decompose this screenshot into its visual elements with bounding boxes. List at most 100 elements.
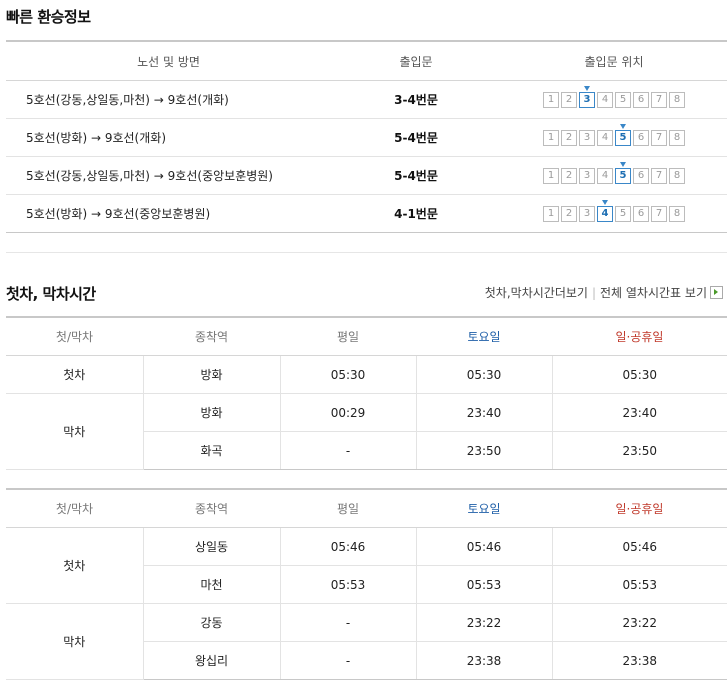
door-box: 3 bbox=[579, 130, 595, 146]
terminal-station: 왕십리 bbox=[142, 641, 280, 680]
door-box: 7 bbox=[651, 130, 667, 146]
terminal-station: 마천 bbox=[142, 565, 280, 604]
transfer-title: 빠른 환승정보 bbox=[6, 8, 91, 26]
door-box: 7 bbox=[651, 206, 667, 222]
door-box: 6 bbox=[633, 130, 649, 146]
door-indicator: 12345678 bbox=[543, 162, 685, 184]
weekday-time: - bbox=[279, 603, 416, 642]
door-box: 1 bbox=[543, 130, 559, 146]
terminal-station: 강동 bbox=[142, 603, 280, 642]
door-indicator: 12345678 bbox=[543, 86, 685, 108]
col-terminal: 종착역 bbox=[143, 488, 280, 528]
terminal-station: 상일동 bbox=[142, 527, 280, 566]
col-saturday: 토요일 bbox=[416, 488, 552, 528]
transfer-row: 5호선(강동,상일동,마천) → 9호선(중앙보훈병원) 5-4번문 1 2 3 4 5 6 7… bbox=[6, 156, 727, 195]
saturday-time: 05:30 bbox=[415, 355, 552, 394]
door-box: 3 bbox=[579, 206, 595, 222]
col-terminal: 종착역 bbox=[143, 316, 280, 356]
door-box: 7 bbox=[651, 92, 667, 108]
col-saturday: 토요일 bbox=[416, 316, 552, 356]
more-schedule-link[interactable]: 첫차,막차시간더보기 bbox=[485, 284, 588, 301]
door-box: 2 bbox=[561, 206, 577, 222]
saturday-time: 23:40 bbox=[415, 393, 552, 432]
table-row: 막차 방화 00:29 23:40 23:40 bbox=[6, 393, 727, 470]
door-box-active: 4 bbox=[597, 200, 613, 222]
saturday-time: 23:50 bbox=[415, 431, 552, 470]
door-box: 4 bbox=[597, 92, 613, 108]
weekday-time: 05:53 bbox=[279, 565, 416, 604]
section-divider bbox=[6, 252, 727, 253]
holiday-time: 05:46 bbox=[551, 527, 727, 566]
holiday-time: 05:30 bbox=[551, 355, 727, 394]
col-weekday: 평일 bbox=[280, 316, 416, 356]
train-kind: 첫차 bbox=[6, 527, 143, 604]
col-first-last: 첫/막차 bbox=[6, 316, 143, 356]
door-box: 6 bbox=[633, 92, 649, 108]
saturday-time: 23:22 bbox=[415, 603, 552, 642]
door-box: 4 bbox=[597, 168, 613, 184]
door-box: 8 bbox=[669, 168, 685, 184]
door-box: 6 bbox=[633, 168, 649, 184]
holiday-time: 05:53 bbox=[551, 565, 727, 604]
transfer-table: 노선 및 방면 출입문 출입문 위치 5호선(강동,상일동,마천) → 9호선(… bbox=[6, 40, 727, 233]
door-box: 2 bbox=[561, 92, 577, 108]
table-row: 막차 강동 -23:22 23:22 bbox=[6, 603, 727, 680]
table-row: 첫차 상일동 05:46 05:46 05:46 bbox=[6, 527, 727, 604]
schedule-table-1: 첫/막차 종착역 평일 토요일 일·공휴일 첫차 방화 05:30 05:30 05:30 막차 방화… bbox=[6, 316, 727, 470]
transfer-row: 5호선(방화) → 9호선(개화) 5-4번문 1 2 3 4 5 6 7 8 bbox=[6, 118, 727, 157]
door-box: 8 bbox=[669, 206, 685, 222]
train-kind: 막차 bbox=[6, 603, 143, 680]
transfer-route: 5호선(방화) → 9호선(개화) bbox=[6, 118, 331, 157]
weekday-time: - bbox=[279, 431, 416, 470]
terminal-station: 방화 bbox=[142, 393, 280, 432]
col-door-position: 출입문 위치 bbox=[501, 40, 727, 81]
door-box: 7 bbox=[651, 168, 667, 184]
saturday-time: 05:53 bbox=[415, 565, 552, 604]
door-box: 2 bbox=[561, 168, 577, 184]
transfer-exit: 5-4번문 bbox=[331, 118, 501, 157]
col-first-last: 첫/막차 bbox=[6, 488, 143, 528]
door-box-active: 5 bbox=[615, 162, 631, 184]
door-box: 1 bbox=[543, 206, 559, 222]
door-box: 4 bbox=[597, 130, 613, 146]
door-position: 12345678 bbox=[501, 194, 727, 233]
transfer-exit: 4-1번문 bbox=[331, 194, 501, 233]
door-indicator: 12345678 bbox=[543, 124, 685, 146]
door-box: 2 bbox=[561, 130, 577, 146]
holiday-time: 23:40 bbox=[551, 393, 727, 432]
weekday-time: 05:30 bbox=[279, 355, 416, 394]
door-box: 1 bbox=[543, 92, 559, 108]
transfer-route: 5호선(방화) → 9호선(중앙보훈병원) bbox=[6, 194, 331, 233]
train-kind: 막차 bbox=[6, 393, 143, 470]
col-holiday: 일·공휴일 bbox=[552, 488, 727, 528]
table-row: 첫차 방화 05:30 05:30 05:30 bbox=[6, 355, 727, 394]
door-box: 5 bbox=[615, 92, 631, 108]
weekday-time: 05:46 bbox=[279, 527, 416, 566]
holiday-time: 23:50 bbox=[551, 431, 727, 470]
train-kind: 첫차 bbox=[6, 355, 143, 394]
full-timetable-link[interactable]: 전체 열차시간표 보기 bbox=[600, 284, 707, 301]
transfer-route: 5호선(강동,상일동,마천) → 9호선(개화) bbox=[6, 80, 331, 119]
transfer-row: 5호선(방화) → 9호선(중앙보훈병원) 4-1번문 1 2 3 4 5 6 7 8 bbox=[6, 194, 727, 233]
door-box-active: 3 bbox=[579, 86, 595, 108]
door-box: 3 bbox=[579, 168, 595, 184]
holiday-time: 23:22 bbox=[551, 603, 727, 642]
door-indicator: 12345678 bbox=[543, 200, 685, 222]
door-position: 12345678 bbox=[501, 118, 727, 157]
schedule-title: 첫차, 막차시간 bbox=[6, 285, 96, 303]
weekday-time: 00:29 bbox=[279, 393, 416, 432]
saturday-time: 23:38 bbox=[415, 641, 552, 680]
weekday-time: - bbox=[279, 641, 416, 680]
link-divider: | bbox=[591, 285, 596, 300]
door-position: 12345678 bbox=[501, 156, 727, 195]
col-exit: 출입문 bbox=[331, 40, 501, 81]
schedule-table-2: 첫/막차 종착역 평일 토요일 일·공휴일 첫차 상일동 05:46 05:46 05:46 마천 0… bbox=[6, 488, 727, 680]
door-box: 1 bbox=[543, 168, 559, 184]
door-box: 8 bbox=[669, 130, 685, 146]
door-box-active: 5 bbox=[615, 124, 631, 146]
door-box: 5 bbox=[615, 206, 631, 222]
transfer-row: 5호선(강동,상일동,마천) → 9호선(개화) 3-4번문 1 2 3 4 5 6 7 8 bbox=[6, 80, 727, 119]
saturday-time: 05:46 bbox=[415, 527, 552, 566]
arrow-right-icon[interactable] bbox=[710, 286, 723, 299]
transfer-exit: 3-4번문 bbox=[331, 80, 501, 119]
